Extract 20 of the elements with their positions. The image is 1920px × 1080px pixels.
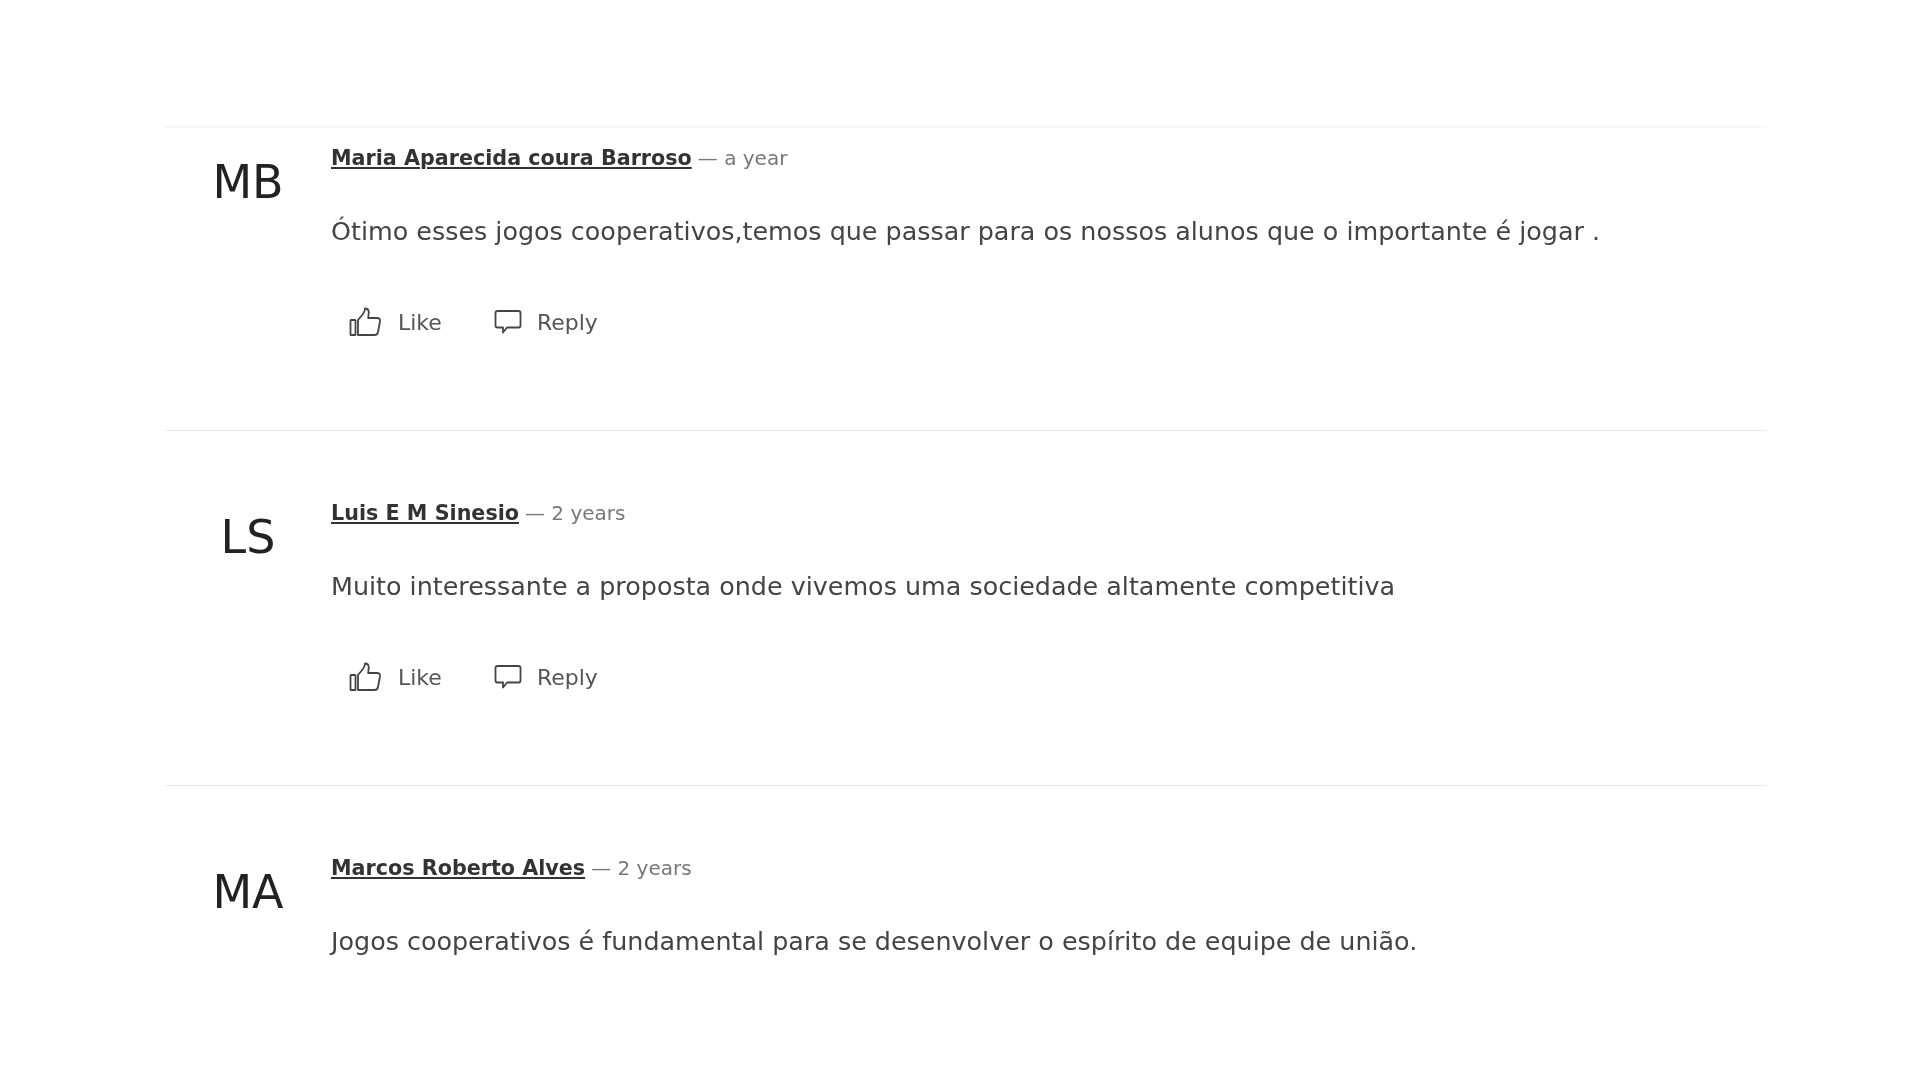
reply-button[interactable]: Reply (475, 300, 616, 344)
comment-time: — 2 years (525, 500, 626, 527)
author-link[interactable]: Maria Aparecida coura Barroso (331, 144, 692, 172)
like-button[interactable]: Like (331, 300, 460, 344)
author-initials: MA (212, 864, 284, 920)
thumbs-up-icon (349, 307, 383, 337)
reply-button[interactable]: Reply (475, 655, 616, 699)
comment-time: — a year (697, 145, 788, 172)
comment-time: — 2 years (591, 855, 692, 882)
author-initials: LS (220, 509, 276, 565)
comment-text: Ótimo esses jogos cooperativos,temos que passar para os nossos alunos que o importante é jogar . (331, 215, 1601, 248)
comment-text: Jogos cooperativos é fundamental para se desenvolver o espírito de equipe de união. (331, 925, 1418, 958)
speech-bubble-icon (493, 309, 522, 335)
author-link[interactable]: Luis E M Sinesio (331, 499, 519, 527)
thumbs-up-icon (349, 662, 383, 692)
author-link[interactable]: Marcos Roberto Alves (331, 854, 586, 882)
author-initials: MB (212, 154, 284, 210)
comment-text: Muito interessante a proposta onde vivemos uma sociedade altamente competitiva (331, 570, 1396, 603)
like-button[interactable]: Like (331, 655, 460, 699)
speech-bubble-icon (493, 664, 522, 690)
